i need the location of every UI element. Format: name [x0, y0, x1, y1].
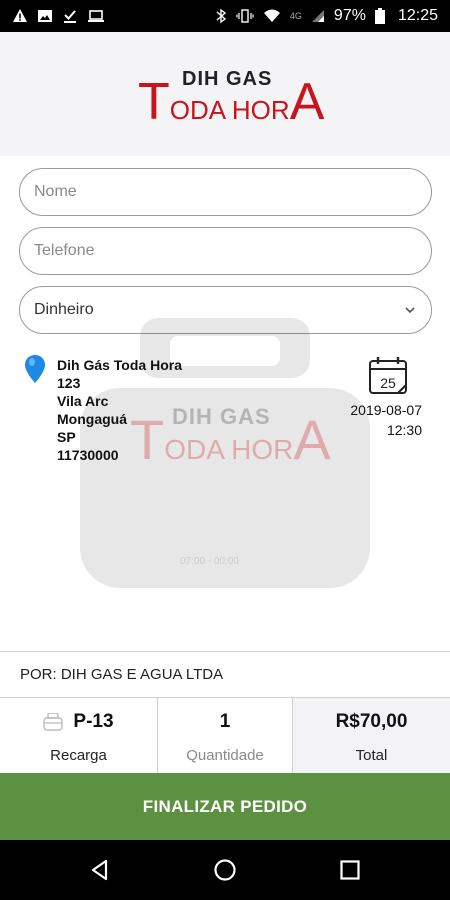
- seller-label: POR: DIH GAS E AGUA LTDA: [20, 666, 224, 683]
- laptop-icon: [88, 10, 104, 22]
- order-time: 12:30: [386, 422, 422, 438]
- store-number: 123: [57, 375, 81, 391]
- battery-icon: [374, 8, 385, 24]
- watermark-hours: 07:00 - 00:00: [180, 556, 239, 567]
- recents-icon[interactable]: [338, 858, 362, 882]
- calendar-day: 25: [380, 375, 396, 391]
- status-right-icons: 4G 97% 12:25: [215, 7, 438, 25]
- date-time-text: 2019-08-07 12:30: [350, 400, 422, 440]
- store-zip: 11730000: [57, 447, 119, 463]
- header: DIH GAS TODA HORA: [0, 32, 450, 156]
- store-city: Mongaguá: [57, 411, 127, 427]
- store-info: Dih Gás Toda Hora 123 Vila Arc Mongaguá …: [22, 352, 432, 472]
- store-state: SP: [57, 429, 76, 445]
- alert-icon: [13, 9, 27, 22]
- product-cell[interactable]: P-13 Recarga: [0, 698, 158, 774]
- brand-logo: DIH GAS TODA HORA: [138, 68, 324, 128]
- finalize-order-button[interactable]: FINALIZAR PEDIDO: [0, 773, 450, 840]
- navigation-bar: [0, 840, 450, 900]
- order-summary: P-13 Recarga 1 Quantidade R$70,00 Total: [0, 697, 450, 774]
- chevron-down-icon: [405, 307, 415, 314]
- store-name: Dih Gás Toda Hora: [57, 357, 182, 373]
- location-pin-icon: [25, 355, 45, 383]
- bluetooth-icon: [216, 8, 227, 24]
- vibrate-icon: [236, 9, 254, 23]
- logo-line2: TODA HORA: [138, 73, 325, 131]
- wifi-icon: [263, 9, 280, 22]
- phone-field[interactable]: [19, 227, 432, 275]
- status-bar: 4G 97% 12:25: [0, 0, 450, 32]
- gas-cylinder-icon: [43, 712, 64, 731]
- name-field[interactable]: [19, 168, 432, 216]
- quantity-label: Quantidade: [186, 746, 264, 764]
- image-icon: [38, 10, 52, 22]
- order-datetime: 25 2019-08-07 12:30: [332, 352, 422, 442]
- product-name: P-13: [73, 710, 114, 732]
- total-label: Total: [355, 746, 388, 764]
- back-icon[interactable]: [88, 858, 112, 882]
- status-left-icons: [12, 8, 105, 24]
- total-cell: R$70,00 Total: [293, 698, 450, 774]
- store-district: Vila Arc: [57, 393, 109, 409]
- home-icon[interactable]: [213, 858, 237, 882]
- name-input[interactable]: [34, 183, 417, 201]
- quantity-cell[interactable]: 1 Quantidade: [158, 698, 293, 774]
- network-type-label: 4G: [289, 11, 302, 21]
- phone-input[interactable]: [34, 242, 417, 260]
- download-done-icon: [64, 10, 76, 23]
- clock: 12:25: [397, 7, 438, 24]
- order-date: 2019-08-07: [350, 402, 422, 418]
- battery-percentage: 97%: [333, 7, 366, 24]
- divider: [0, 651, 450, 652]
- payment-selected-value: Dinheiro: [34, 301, 94, 318]
- product-type: Recarga: [50, 746, 107, 764]
- total-value: R$70,00: [335, 710, 408, 732]
- signal-icon: [311, 10, 324, 22]
- quantity-value: 1: [219, 710, 231, 732]
- calendar-icon: 25: [369, 357, 407, 394]
- store-address: Dih Gás Toda Hora 123 Vila Arc Mongaguá …: [57, 356, 182, 464]
